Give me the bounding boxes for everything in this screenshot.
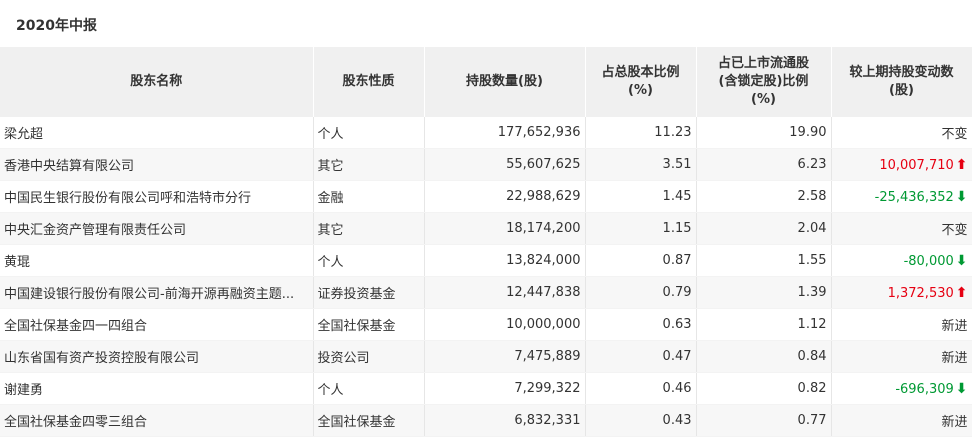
holder-name-cell: 谢建勇 (0, 372, 314, 405)
change-value: -696,309 (895, 381, 954, 397)
holder-name-cell: 山东省国有资产投资控股有限公司 (0, 340, 314, 373)
total-ratio-cell: 0.63 (585, 308, 697, 341)
header-name: 股东名称 (0, 47, 314, 117)
change-cell: 10,007,710 ⬆ (831, 148, 972, 181)
change-value: 1,372,530 (887, 285, 954, 301)
holder-nature-cell: 投资公司 (313, 340, 425, 373)
float-ratio-cell: 6.23 (696, 148, 832, 181)
shares-cell: 55,607,625 (424, 148, 586, 181)
shares-cell: 22,988,629 (424, 180, 586, 213)
arrow-up-icon: ⬆ (955, 156, 968, 173)
holder-name-cell: 香港中央结算有限公司 (0, 148, 314, 181)
table-header-row: 股东名称 股东性质 持股数量(股) 占总股本比例 (%) 占已上市流通股 (含锁… (0, 47, 972, 117)
shares-cell: 12,447,838 (424, 276, 586, 309)
table-row: 中国建设银行股份有限公司-前海开源再融资主题... 证券投资基金 12,447,83… (0, 276, 972, 309)
holder-nature-cell: 个人 (313, 244, 425, 277)
holder-name-cell: 梁允超 (0, 117, 314, 149)
header-nature: 股东性质 (313, 47, 425, 117)
change-value: 不变 (941, 223, 968, 238)
header-shares: 持股数量(股) (424, 47, 586, 117)
change-cell: -80,000 ⬇ (831, 244, 972, 277)
header-total-ratio: 占总股本比例 (%) (585, 47, 697, 117)
holder-name-cell: 中国建设银行股份有限公司-前海开源再融资主题... (0, 276, 314, 309)
table-row: 谢建勇 个人 7,299,322 0.46 0.82 -696,309 ⬇ (0, 372, 972, 405)
shares-cell: 10,000,000 (424, 308, 586, 341)
total-ratio-cell: 1.15 (585, 212, 697, 245)
holder-nature-cell: 全国社保基金 (313, 308, 425, 341)
float-ratio-cell: 1.55 (696, 244, 832, 277)
float-ratio-cell: 19.90 (696, 117, 832, 149)
change-cell: -25,436,352 ⬇ (831, 180, 972, 213)
shares-cell: 13,824,000 (424, 244, 586, 277)
shares-cell: 7,475,889 (424, 340, 586, 373)
table-row: 黄琨 个人 13,824,000 0.87 1.55 -80,000 ⬇ (0, 244, 972, 277)
shareholders-table: 股东名称 股东性质 持股数量(股) 占总股本比例 (%) 占已上市流通股 (含锁… (0, 47, 972, 437)
holder-name-cell: 中央汇金资产管理有限责任公司 (0, 212, 314, 245)
holder-nature-cell: 个人 (313, 372, 425, 405)
total-ratio-cell: 0.47 (585, 340, 697, 373)
float-ratio-cell: 2.04 (696, 212, 832, 245)
holder-nature-cell: 其它 (313, 148, 425, 181)
change-cell: 1,372,530 ⬆ (831, 276, 972, 309)
section-title: 2020年中报 (16, 18, 97, 34)
shares-cell: 18,174,200 (424, 212, 586, 245)
change-value: 10,007,710 (879, 157, 954, 173)
header-float-ratio: 占已上市流通股 (含锁定股)比例 (%) (696, 47, 832, 117)
change-value: 新进 (941, 351, 968, 366)
arrow-down-icon: ⬇ (955, 380, 968, 397)
shares-cell: 7,299,322 (424, 372, 586, 405)
change-value: 不变 (941, 127, 968, 142)
change-value: 新进 (941, 415, 968, 430)
holder-nature-cell: 证券投资基金 (313, 276, 425, 309)
table-row: 山东省国有资产投资控股有限公司 投资公司 7,475,889 0.47 0.84 新进 (0, 340, 972, 373)
change-value: 新进 (941, 319, 968, 334)
change-cell: 不变 (831, 212, 972, 245)
total-ratio-cell: 11.23 (585, 117, 697, 149)
header-change: 较上期持股变动数 (股) (831, 47, 972, 117)
holder-nature-cell: 金融 (313, 180, 425, 213)
holder-name-cell: 黄琨 (0, 244, 314, 277)
total-ratio-cell: 1.45 (585, 180, 697, 213)
float-ratio-cell: 1.39 (696, 276, 832, 309)
holder-name-cell: 全国社保基金四一四组合 (0, 308, 314, 341)
total-ratio-cell: 0.46 (585, 372, 697, 405)
change-value: -80,000 (903, 253, 954, 269)
holder-name-cell: 中国民生银行股份有限公司呼和浩特市分行 (0, 180, 314, 213)
float-ratio-cell: 0.84 (696, 340, 832, 373)
table-row: 梁允超 个人 177,652,936 11.23 19.90 不变 (0, 117, 972, 149)
total-ratio-cell: 0.87 (585, 244, 697, 277)
change-cell: 不变 (831, 117, 972, 149)
float-ratio-cell: 0.82 (696, 372, 832, 405)
change-cell: 新进 (831, 308, 972, 341)
float-ratio-cell: 1.12 (696, 308, 832, 341)
change-cell: -696,309 ⬇ (831, 372, 972, 405)
total-ratio-cell: 0.79 (585, 276, 697, 309)
holder-nature-cell: 其它 (313, 212, 425, 245)
shares-cell: 177,652,936 (424, 117, 586, 149)
total-ratio-cell: 3.51 (585, 148, 697, 181)
change-cell: 新进 (831, 340, 972, 373)
table-row: 全国社保基金四一四组合 全国社保基金 10,000,000 0.63 1.12 新进 (0, 308, 972, 341)
table-row: 香港中央结算有限公司 其它 55,607,625 3.51 6.23 10,007,710… (0, 148, 972, 181)
holder-nature-cell: 个人 (313, 117, 425, 149)
arrow-down-icon: ⬇ (955, 252, 968, 269)
float-ratio-cell: 2.58 (696, 180, 832, 213)
arrow-up-icon: ⬆ (955, 284, 968, 301)
table-row: 中国民生银行股份有限公司呼和浩特市分行 金融 22,988,629 1.45 2.58-… (0, 180, 972, 213)
change-value: -25,436,352 (874, 189, 954, 205)
table-row: 中央汇金资产管理有限责任公司 其它 18,174,200 1.15 2.04 不变 (0, 212, 972, 245)
arrow-down-icon: ⬇ (955, 188, 968, 205)
